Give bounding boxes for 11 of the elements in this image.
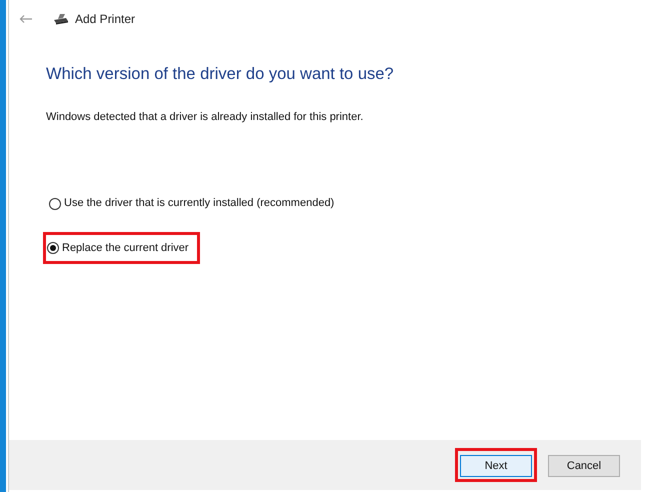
radio-button[interactable]: [49, 198, 61, 210]
printer-icon: [53, 13, 69, 25]
cancel-button[interactable]: Cancel: [548, 455, 620, 478]
radio-option[interactable]: Use the driver that is currently installed (recommended): [43, 189, 340, 218]
wizard-heading: Which version of the driver do you want to use?: [46, 64, 395, 85]
radio-option[interactable]: Replace the current driver: [43, 232, 200, 264]
next-button[interactable]: Next: [460, 455, 532, 478]
window-title: Add Printer: [75, 11, 136, 28]
description-text: Windows detected that a driver is already installed for this printer.: [46, 110, 364, 125]
radio-button[interactable]: [47, 242, 59, 254]
back-arrow-icon[interactable]: [19, 14, 33, 24]
